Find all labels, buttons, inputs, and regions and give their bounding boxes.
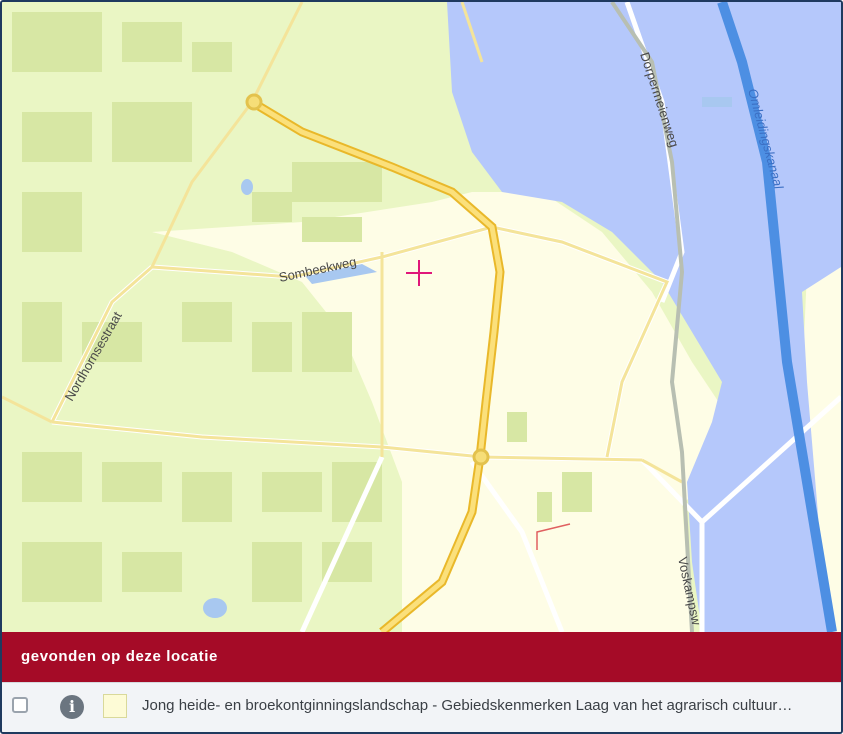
- result-checkbox[interactable]: [12, 697, 28, 713]
- map-layers[interactable]: Sombeekweg Nordhornsestraat Dorpermeienw…: [2, 2, 841, 632]
- map-viewer: Sombeekweg Nordhornsestraat Dorpermeienw…: [0, 0, 843, 734]
- result-row[interactable]: i Jong heide- en broekontginningslandsch…: [2, 682, 841, 732]
- roundabout-north: [245, 93, 263, 111]
- results-panel-title: gevonden op deze locatie: [2, 632, 841, 682]
- legend-swatch: [103, 694, 127, 718]
- results-panel: gevonden op deze locatie i Jong heide- e…: [2, 632, 841, 732]
- roundabout-south: [472, 448, 490, 466]
- info-icon[interactable]: i: [60, 695, 84, 719]
- map-canvas[interactable]: Sombeekweg Nordhornsestraat Dorpermeienw…: [2, 2, 841, 632]
- crosshair-icon[interactable]: [406, 260, 432, 286]
- result-label: Jong heide- en broekontginningslandschap…: [142, 697, 793, 714]
